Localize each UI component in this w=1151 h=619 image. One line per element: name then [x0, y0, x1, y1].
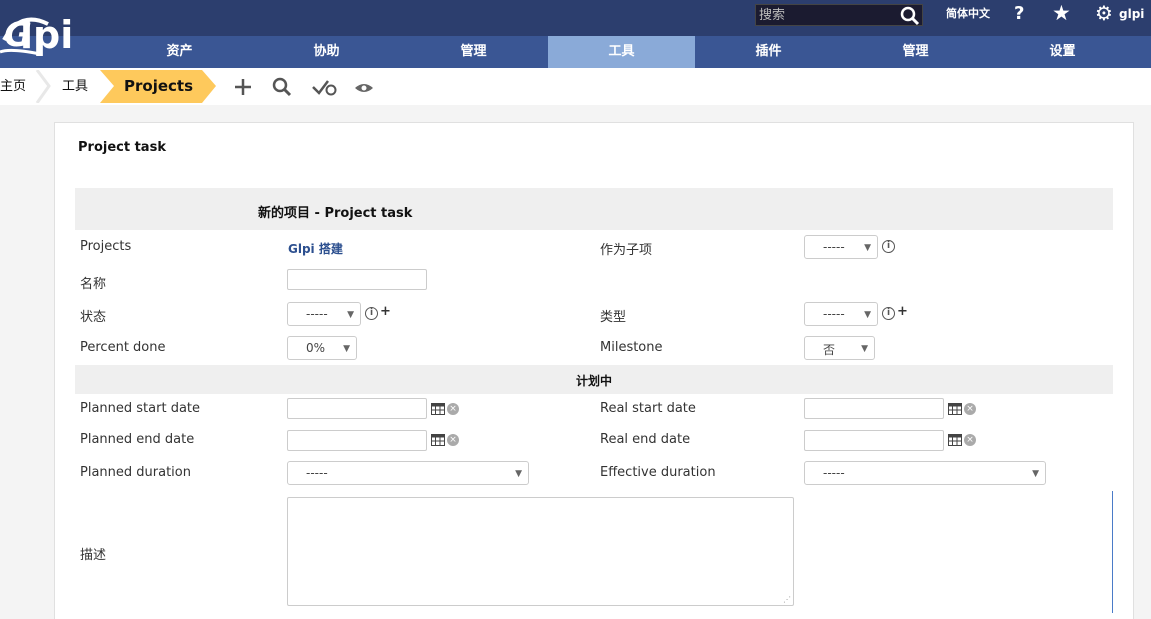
percent-done-label: Percent done	[80, 340, 166, 355]
planning-header: 计划中	[75, 365, 1113, 394]
menu-item-plugins[interactable]: 插件	[695, 36, 842, 68]
planned-duration-select[interactable]: ----- ▼	[287, 461, 529, 485]
eye-icon[interactable]	[351, 74, 377, 100]
name-label: 名称	[80, 277, 107, 292]
real-start-label: Real start date	[600, 401, 696, 416]
vertical-divider	[1112, 491, 1113, 613]
info-icon[interactable]: i	[365, 307, 378, 320]
milestone-label: Milestone	[600, 340, 663, 355]
chevron-down-icon: ▼	[864, 243, 871, 253]
chevron-down-icon: ▼	[515, 469, 522, 479]
clear-icon[interactable]: ×	[447, 403, 459, 415]
planned-end-label: Planned end date	[80, 432, 195, 447]
form-header-title: 新的项目 - Project task	[258, 206, 413, 221]
breadcrumb-home[interactable]: 主页	[0, 68, 26, 105]
parent-task-select[interactable]: ----- ▼	[804, 235, 878, 259]
svg-text:G: G	[4, 15, 32, 55]
menu-item-management[interactable]: 管理	[400, 36, 547, 68]
user-menu[interactable]: glpi	[1119, 7, 1144, 21]
form-header: 新的项目 - Project task	[75, 188, 1113, 230]
add-state-icon[interactable]: +	[380, 304, 391, 319]
search-box[interactable]	[755, 4, 923, 26]
description-textarea[interactable]: ⋰	[287, 497, 794, 606]
effective-duration-label: Effective duration	[600, 465, 716, 480]
type-label: 类型	[600, 310, 627, 325]
effective-duration-value: -----	[823, 466, 845, 480]
type-value: -----	[823, 307, 845, 321]
page-title: Project task	[78, 140, 166, 155]
name-input[interactable]	[287, 269, 427, 290]
type-select[interactable]: ----- ▼	[804, 302, 878, 326]
info-icon[interactable]: i	[882, 240, 895, 253]
search-icon[interactable]	[900, 6, 920, 26]
main-menu: 资产 协助 管理 工具 插件 管理 设置	[0, 36, 1151, 68]
calendar-icon[interactable]	[948, 433, 962, 446]
projects-label: Projects	[80, 239, 132, 254]
planned-duration-value: -----	[306, 466, 328, 480]
search-icon[interactable]	[269, 74, 295, 100]
search-input[interactable]	[756, 5, 896, 25]
menu-item-tools[interactable]: 工具	[548, 36, 695, 68]
chevron-down-icon: ▼	[347, 310, 354, 320]
percent-done-select[interactable]: 0% ▼	[287, 336, 357, 360]
real-end-label: Real end date	[600, 432, 691, 447]
milestone-value: 否	[823, 343, 836, 357]
breadcrumb: 主页 工具 Projects	[0, 68, 1151, 105]
glpi-logo[interactable]: lpi G	[0, 0, 110, 68]
add-type-icon[interactable]: +	[897, 304, 908, 319]
checklist-icon[interactable]	[310, 74, 340, 100]
menu-item-assistance[interactable]: 协助	[253, 36, 400, 68]
state-value: -----	[306, 307, 328, 321]
main-panel: Project task 新的项目 - Project task Project…	[54, 122, 1134, 619]
chevron-down-icon: ▼	[1032, 469, 1039, 479]
clear-icon[interactable]: ×	[447, 434, 459, 446]
gear-icon[interactable]: ⚙	[1095, 1, 1113, 25]
breadcrumb-current[interactable]: Projects	[124, 68, 193, 105]
description-label: 描述	[80, 548, 107, 563]
clear-icon[interactable]: ×	[964, 403, 976, 415]
help-icon[interactable]: ?	[1014, 3, 1024, 24]
state-label: 状态	[80, 310, 107, 325]
menu-item-assets[interactable]: 资产	[106, 36, 253, 68]
language-selector[interactable]: 简体中文	[946, 5, 990, 21]
chevron-down-icon: ▼	[343, 344, 350, 354]
effective-duration-select[interactable]: ----- ▼	[804, 461, 1046, 485]
menu-item-setup[interactable]: 设置	[989, 36, 1136, 68]
chevron-down-icon: ▼	[861, 344, 868, 354]
info-icon[interactable]: i	[882, 307, 895, 320]
breadcrumb-separator	[35, 70, 51, 103]
milestone-select[interactable]: 否 ▼	[804, 336, 875, 360]
real-start-input[interactable]	[804, 398, 944, 419]
planned-start-label: Planned start date	[80, 401, 201, 416]
clear-icon[interactable]: ×	[964, 434, 976, 446]
planned-duration-label: Planned duration	[80, 465, 191, 480]
calendar-icon[interactable]	[948, 402, 962, 415]
percent-done-value: 0%	[306, 341, 326, 355]
resize-handle-icon[interactable]: ⋰	[783, 595, 791, 604]
breadcrumb-tools[interactable]: 工具	[62, 68, 88, 105]
parent-task-label: 作为子项	[600, 243, 653, 258]
real-end-input[interactable]	[804, 430, 944, 451]
chevron-down-icon: ▼	[864, 310, 871, 320]
state-select[interactable]: ----- ▼	[287, 302, 361, 326]
top-header: 简体中文 ? ★ ⚙ glpi	[0, 0, 1151, 36]
calendar-icon[interactable]	[431, 402, 445, 415]
menu-item-administration[interactable]: 管理	[842, 36, 989, 68]
project-link[interactable]: Glpi 搭建	[288, 240, 343, 257]
planned-end-input[interactable]	[287, 430, 427, 451]
logo-mark: lpi G	[0, 13, 73, 57]
parent-task-value: -----	[823, 240, 845, 254]
planning-header-title: 计划中	[575, 374, 612, 388]
star-icon[interactable]: ★	[1052, 1, 1071, 25]
add-icon[interactable]	[230, 74, 256, 100]
planned-start-input[interactable]	[287, 398, 427, 419]
calendar-icon[interactable]	[431, 433, 445, 446]
